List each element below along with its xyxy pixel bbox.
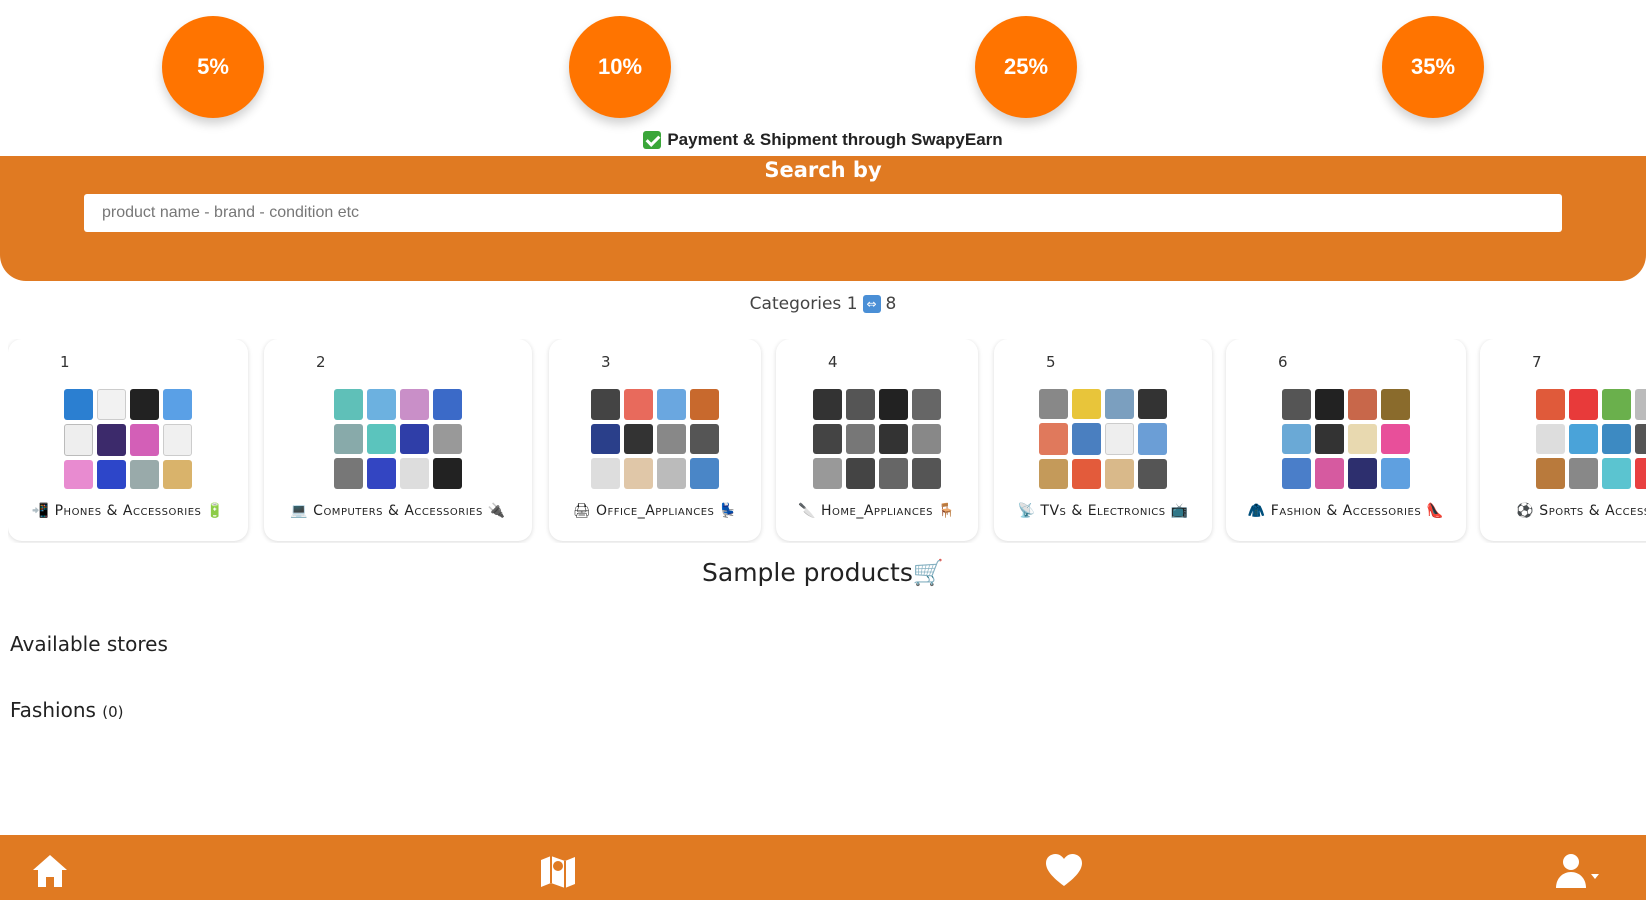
heart-icon[interactable] [1044, 851, 1084, 891]
search-section: Search by [0, 156, 1646, 281]
category-card-fashion[interactable]: 6 🧥 Fashion & Accessories 👠 [1226, 339, 1466, 541]
left-right-arrow-icon: ⇔ [862, 295, 881, 313]
home-icon[interactable] [30, 851, 70, 891]
available-stores-title: Available stores [10, 632, 168, 656]
fashion-image [1282, 389, 1410, 489]
payment-note-text: Payment & Shipment through SwapyEarn [667, 130, 1003, 149]
category-label: 🔪 Home_Appliances 🪑 [798, 503, 956, 519]
fashions-label: Fashions [10, 698, 96, 722]
category-number: 2 [316, 353, 326, 371]
category-number: 1 [60, 353, 70, 371]
search-title: Search by [764, 158, 882, 182]
category-number: 7 [1532, 353, 1542, 371]
sports-image [1536, 389, 1646, 489]
home-appliances-image [813, 389, 941, 489]
map-icon[interactable] [538, 851, 578, 891]
category-card-phones[interactable]: 1 📲 Phones & Accessories 🔋 [8, 339, 248, 541]
categories-caption-end: 8 [885, 294, 897, 314]
category-label: 📲 Phones & Accessories 🔋 [31, 503, 225, 519]
computers-image [334, 389, 462, 489]
category-number: 4 [828, 353, 838, 371]
discount-badge-35[interactable]: 35% [1382, 16, 1484, 118]
category-card-office[interactable]: 3 🖨 Office_Appliances 💺 [549, 339, 761, 541]
categories-caption: Categories 1 ⇔ 8 [0, 294, 1646, 314]
discount-badge-25[interactable]: 25% [975, 16, 1077, 118]
tvs-image [1039, 389, 1167, 489]
payment-note: Payment & Shipment through SwapyEarn [0, 130, 1646, 150]
discount-badge-5[interactable]: 5% [162, 16, 264, 118]
user-account-icon[interactable] [1554, 851, 1604, 891]
sample-products-title: Sample products🛒 [702, 558, 944, 587]
office-image [591, 389, 719, 489]
search-input[interactable] [84, 194, 1562, 232]
category-card-home[interactable]: 4 🔪 Home_Appliances 🪑 [776, 339, 978, 541]
category-card-sports[interactable]: 7 ⚽ Sports & Accessories [1480, 339, 1646, 541]
category-label: 💻 Computers & Accessories 🔌 [290, 503, 506, 519]
fashions-store-item[interactable]: Fashions (0) [10, 698, 124, 722]
category-label: 🧥 Fashion & Accessories 👠 [1247, 503, 1445, 519]
category-carousel[interactable]: 1 📲 Phones & Accessories 🔋 2 💻 Computers… [8, 339, 1646, 543]
category-number: 6 [1278, 353, 1288, 371]
check-icon [643, 131, 662, 149]
category-number: 5 [1046, 353, 1056, 371]
category-card-tvs[interactable]: 5 📡 TVs & Electronics 📺 [994, 339, 1212, 541]
category-number: 3 [601, 353, 611, 371]
fashions-count: (0) [102, 703, 124, 721]
phones-image [64, 389, 192, 489]
category-label: 📡 TVs & Electronics 📺 [1017, 503, 1189, 519]
category-label: ⚽ Sports & Accessories [1516, 503, 1646, 519]
category-label: 🖨 Office_Appliances 💺 [572, 503, 738, 519]
category-card-computers[interactable]: 2 💻 Computers & Accessories 🔌 [264, 339, 532, 541]
categories-caption-start: Categories 1 [749, 294, 858, 314]
discount-badge-10[interactable]: 10% [569, 16, 671, 118]
bottom-nav [0, 835, 1646, 900]
